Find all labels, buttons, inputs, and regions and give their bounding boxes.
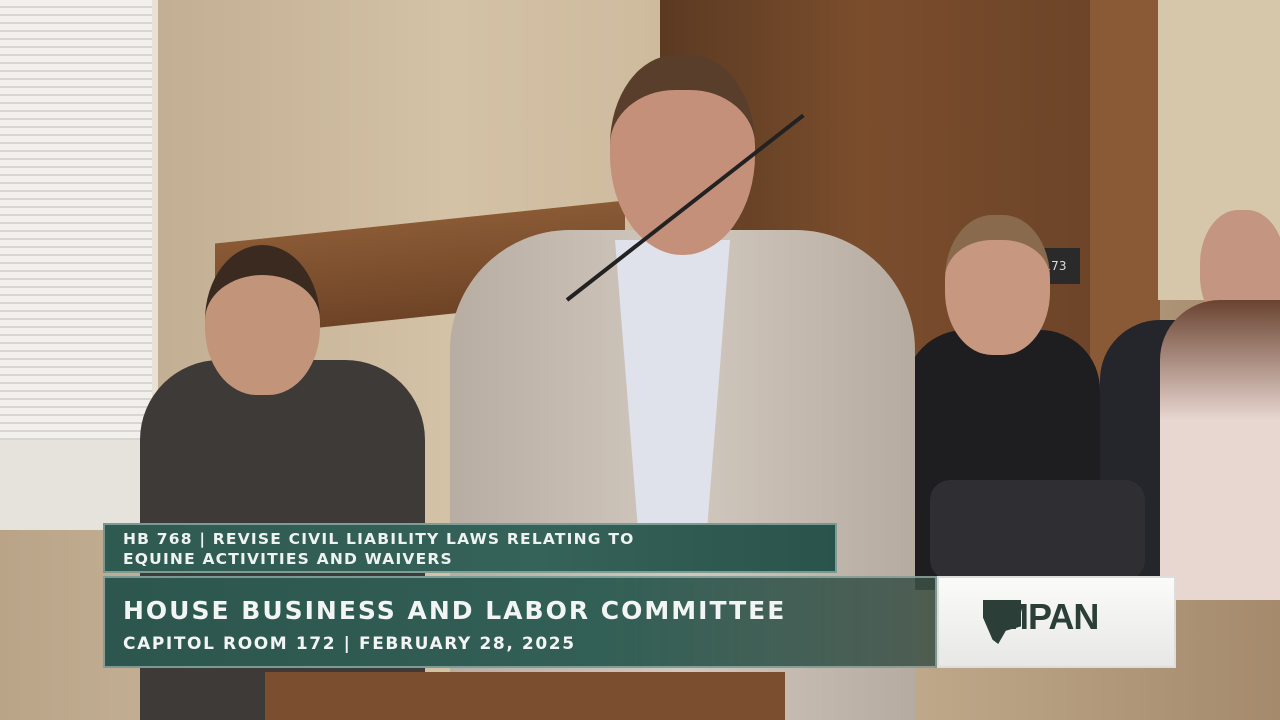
seated-woman-right [1160, 300, 1280, 600]
seated-man-left-head [205, 245, 320, 395]
bill-banner: HB 768 | REVISE CIVIL LIABILITY LAWS REL… [103, 523, 837, 573]
committee-banner: HOUSE BUSINESS AND LABOR COMMITTEE CAPIT… [103, 576, 937, 668]
committee-title: HOUSE BUSINESS AND LABOR COMMITTEE [123, 596, 787, 625]
podium [265, 672, 785, 720]
window-blinds [0, 0, 158, 450]
bill-title-line1: HB 768 | REVISE CIVIL LIABILITY LAWS REL… [123, 530, 635, 548]
location-date: CAPITOL ROOM 172 | FEBRUARY 28, 2025 [123, 634, 576, 654]
speaker-head [610, 55, 755, 255]
bill-title-line2: EQUINE ACTIVITIES AND WAIVERS [123, 550, 453, 568]
seated-woman-head [945, 215, 1050, 355]
chair [930, 480, 1145, 580]
logo-text: MPAN [999, 596, 1099, 637]
mpan-logo: MPAN [937, 576, 1176, 668]
